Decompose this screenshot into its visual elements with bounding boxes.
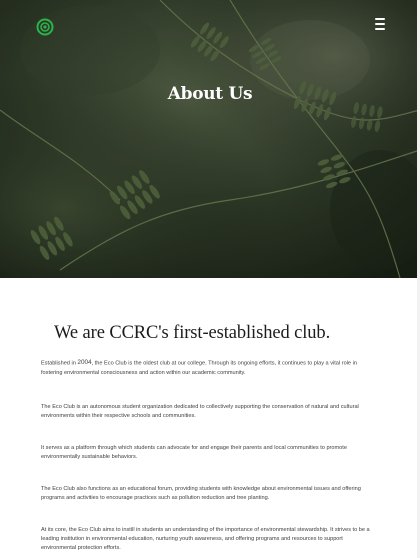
- eco-leaf-logo-icon[interactable]: [36, 18, 54, 36]
- menu-bar-top: [375, 18, 385, 20]
- founding-year: 2004: [77, 359, 92, 366]
- hero-banner: About Us: [0, 0, 420, 278]
- about-paragraph-3: It serves as a platform through which st…: [41, 445, 347, 460]
- menu-bar-bottom: [375, 28, 385, 30]
- about-paragraph-1: Established in 2004, the Eco Club is the…: [41, 358, 371, 378]
- about-paragraph-5: At its core, the Eco Club aims to instil…: [41, 527, 370, 551]
- paragraph-text: Established in: [41, 360, 78, 367]
- about-section: We are CCRC's first-established club. Es…: [0, 278, 420, 558]
- page-title: About Us: [167, 84, 253, 104]
- menu-bar-middle: [375, 23, 385, 25]
- about-paragraph-2: The Eco Club is an autonomous student or…: [41, 404, 359, 419]
- hero-background-image: [0, 0, 420, 278]
- hamburger-menu-icon[interactable]: [372, 16, 388, 32]
- about-paragraph-4: The Eco Club also functions as an educat…: [41, 486, 361, 501]
- section-heading: We are CCRC's first-established club.: [54, 323, 331, 343]
